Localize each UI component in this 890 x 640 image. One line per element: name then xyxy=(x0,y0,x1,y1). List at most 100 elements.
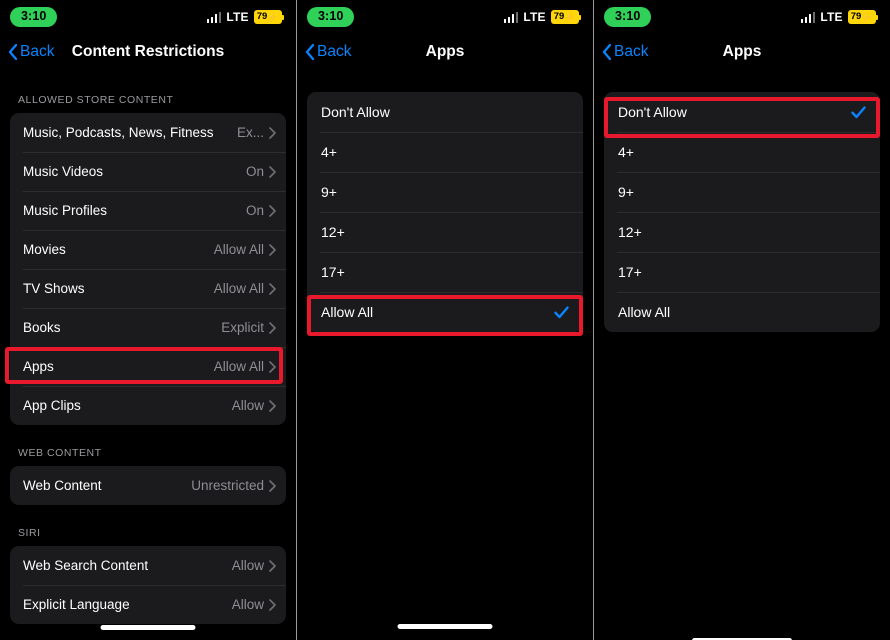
navigation-bar: Back Apps xyxy=(297,34,593,70)
option-label: Allow All xyxy=(618,304,671,320)
option-label: 12+ xyxy=(618,224,642,240)
option-label: 17+ xyxy=(618,264,642,280)
phone-screen-content-restrictions: 3:10 LTE 79 ⚡ Back Content Restrictions A… xyxy=(0,0,296,640)
chevron-right-icon xyxy=(269,282,276,295)
row-value: Ex... xyxy=(236,125,264,140)
option-label: Allow All xyxy=(321,304,374,320)
battery-level-label: 79 xyxy=(553,11,565,23)
battery-low-power-icon: 79 ⚡ xyxy=(253,9,284,25)
table-row[interactable]: TV Shows Allow All xyxy=(10,269,286,308)
row-label: Apps xyxy=(23,359,54,374)
cellular-bars-icon xyxy=(503,11,519,23)
card-web-content: Web Content Unrestricted xyxy=(10,466,286,505)
chevron-left-icon xyxy=(8,44,17,60)
checkmark-icon xyxy=(554,305,569,318)
option-label: 17+ xyxy=(321,264,345,280)
rating-options-list: Don't Allow 4+ 9+ 12+ 17+ Allow All xyxy=(297,70,593,332)
settings-row-apps[interactable]: Apps Allow All xyxy=(10,347,286,386)
row-label: App Clips xyxy=(23,398,81,413)
table-row[interactable]: Movies Allow All xyxy=(10,230,286,269)
chevron-right-icon xyxy=(269,243,276,256)
option-label: 9+ xyxy=(618,184,634,200)
option-row-9plus[interactable]: 9+ xyxy=(307,172,583,212)
option-row-dont-allow[interactable]: Don't Allow xyxy=(604,92,880,132)
table-row[interactable]: Music, Podcasts, News, Fitness Ex... xyxy=(10,113,286,152)
chevron-right-icon xyxy=(269,165,276,178)
table-row[interactable]: Explicit Language Allow xyxy=(10,585,286,624)
chevron-left-icon xyxy=(602,44,611,60)
row-label: TV Shows xyxy=(23,281,85,296)
chevron-right-icon xyxy=(269,126,276,139)
option-row-17plus[interactable]: 17+ xyxy=(604,252,880,292)
network-type-label: LTE xyxy=(523,10,546,24)
status-bar: 3:10 LTE 79 ⚡ xyxy=(0,0,296,34)
chevron-right-icon xyxy=(269,399,276,412)
back-button-label: Back xyxy=(614,43,649,60)
back-button-label: Back xyxy=(317,43,352,60)
back-button-label: Back xyxy=(20,43,55,60)
section-header-siri: SIRI xyxy=(18,527,41,539)
row-value: Allow xyxy=(231,558,264,573)
option-row-9plus[interactable]: 9+ xyxy=(604,172,880,212)
option-label: Don't Allow xyxy=(618,104,687,120)
table-row[interactable]: Music Profiles On xyxy=(10,191,286,230)
settings-list: ALLOWED STORE CONTENT Music, Podcasts, N… xyxy=(0,70,296,624)
network-type-label: LTE xyxy=(226,10,249,24)
chevron-right-icon xyxy=(269,321,276,334)
table-row[interactable]: Music Videos On xyxy=(10,152,286,191)
navigation-bar: Back Apps xyxy=(594,34,890,70)
row-value: Allow xyxy=(231,597,264,612)
rating-options-list: Don't Allow 4+ 9+ 12+ 17+ Allow All xyxy=(594,70,890,332)
option-row-dont-allow[interactable]: Don't Allow xyxy=(307,92,583,132)
row-label: Books xyxy=(23,320,61,335)
row-value: Unrestricted xyxy=(191,478,264,493)
option-label: 4+ xyxy=(618,144,634,160)
option-label: Don't Allow xyxy=(321,104,390,120)
network-type-label: LTE xyxy=(820,10,843,24)
option-row-4plus[interactable]: 4+ xyxy=(307,132,583,172)
battery-low-power-icon: 79 ⚡ xyxy=(550,9,581,25)
chevron-right-icon xyxy=(269,479,276,492)
home-indicator xyxy=(397,624,493,629)
cellular-bars-icon xyxy=(800,11,816,23)
status-bar: 3:10 LTE 79 ⚡ xyxy=(297,0,593,34)
row-label: Music Profiles xyxy=(23,203,108,218)
option-row-allow-all[interactable]: Allow All xyxy=(604,292,880,332)
back-button[interactable]: Back xyxy=(594,43,648,61)
option-label: 12+ xyxy=(321,224,345,240)
phone-screen-apps-after: 3:10 LTE 79 ⚡ Back Apps Don't Allow 4+ 9… xyxy=(594,0,890,640)
battery-low-power-icon: 79 ⚡ xyxy=(847,9,878,25)
row-label: Music, Podcasts, News, Fitness xyxy=(23,125,214,140)
row-value: On xyxy=(245,164,264,179)
screenshot-triptych: 3:10 LTE 79 ⚡ Back Content Restrictions A… xyxy=(0,0,890,640)
table-row[interactable]: Books Explicit xyxy=(10,308,286,347)
option-row-allow-all[interactable]: Allow All xyxy=(307,292,583,332)
table-row[interactable]: App Clips Allow xyxy=(10,386,286,425)
option-row-12plus[interactable]: 12+ xyxy=(604,212,880,252)
battery-level-label: 79 xyxy=(850,11,862,23)
card-siri: Web Search Content Allow Explicit Langua… xyxy=(10,546,286,624)
row-value: Explicit xyxy=(221,320,264,335)
option-row-17plus[interactable]: 17+ xyxy=(307,252,583,292)
option-label: 9+ xyxy=(321,184,337,200)
row-label: Web Search Content xyxy=(23,558,149,573)
row-value: Allow All xyxy=(213,359,264,374)
back-button[interactable]: Back xyxy=(297,43,351,61)
option-row-4plus[interactable]: 4+ xyxy=(604,132,880,172)
section-header-web-content: WEB CONTENT xyxy=(18,447,102,459)
row-label: Music Videos xyxy=(23,164,104,179)
table-row[interactable]: Web Search Content Allow xyxy=(10,546,286,585)
row-label: Explicit Language xyxy=(23,597,130,612)
chevron-right-icon xyxy=(269,598,276,611)
back-button[interactable]: Back xyxy=(0,43,54,61)
status-time: 3:10 xyxy=(10,7,58,27)
chevron-right-icon xyxy=(269,559,276,572)
row-label: Web Content xyxy=(23,478,102,493)
status-indicators: LTE 79 ⚡ xyxy=(206,9,284,25)
table-row[interactable]: Web Content Unrestricted xyxy=(10,466,286,505)
phone-screen-apps-before: 3:10 LTE 79 ⚡ Back Apps Don't Allow 4+ 9… xyxy=(297,0,593,640)
chevron-left-icon xyxy=(305,44,314,60)
navigation-bar: Back Content Restrictions xyxy=(0,34,296,70)
row-label: Movies xyxy=(23,242,66,257)
option-row-12plus[interactable]: 12+ xyxy=(307,212,583,252)
